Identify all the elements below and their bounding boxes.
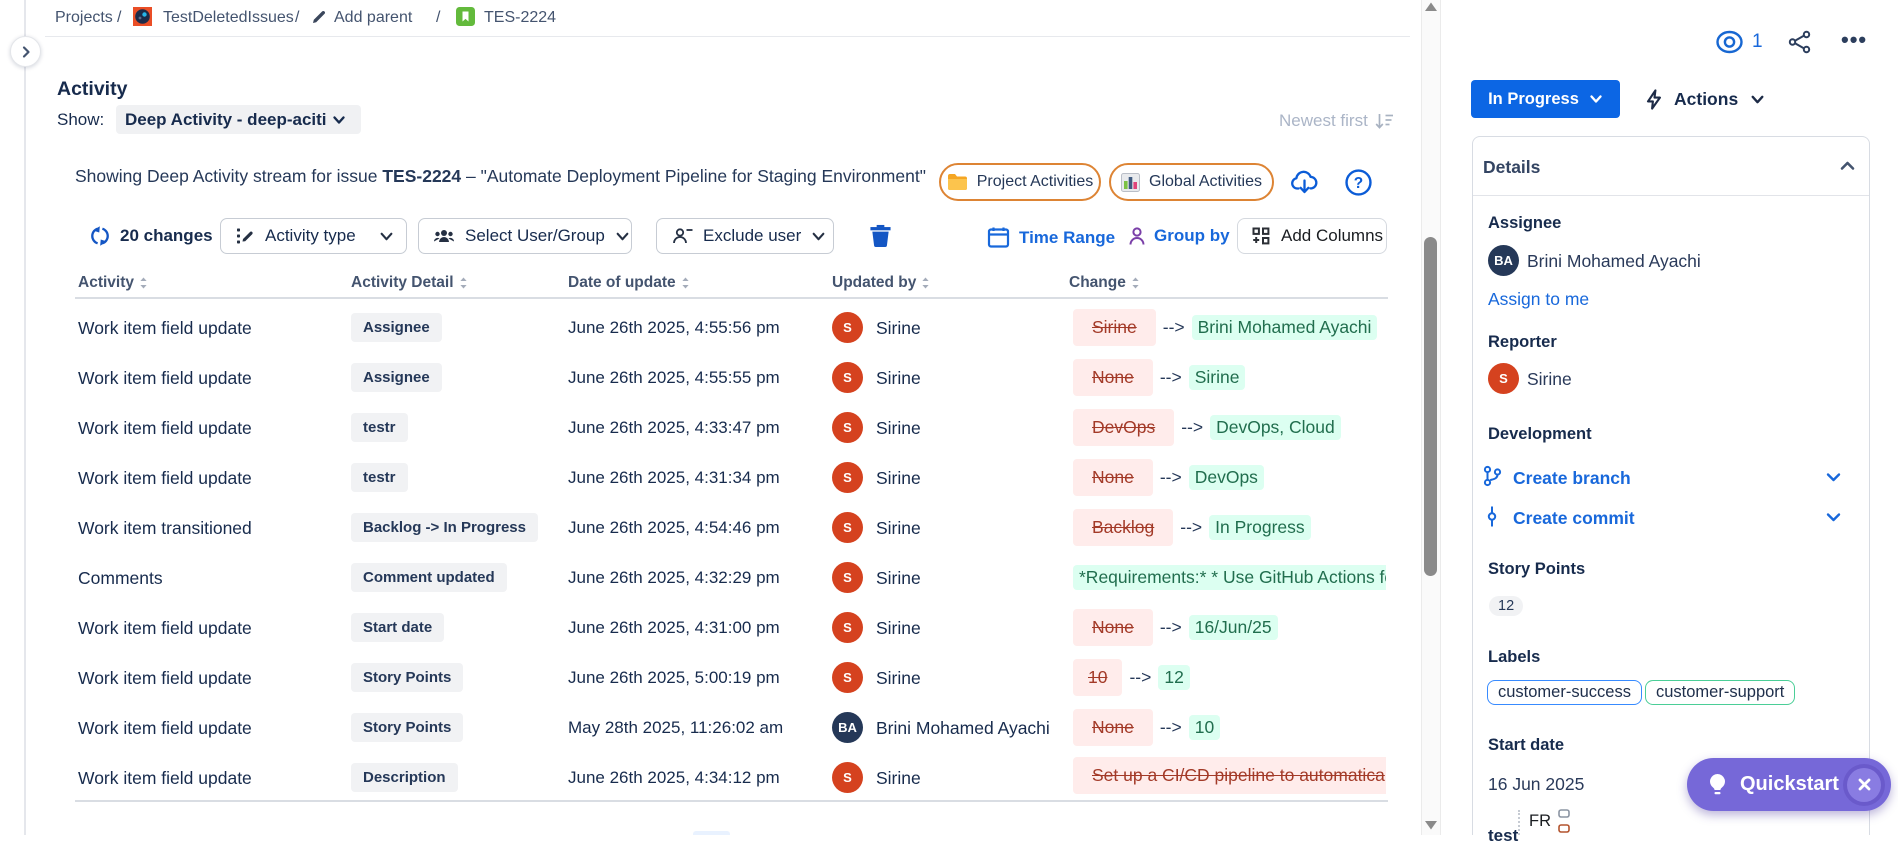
svg-text:?: ? [1354, 175, 1363, 192]
